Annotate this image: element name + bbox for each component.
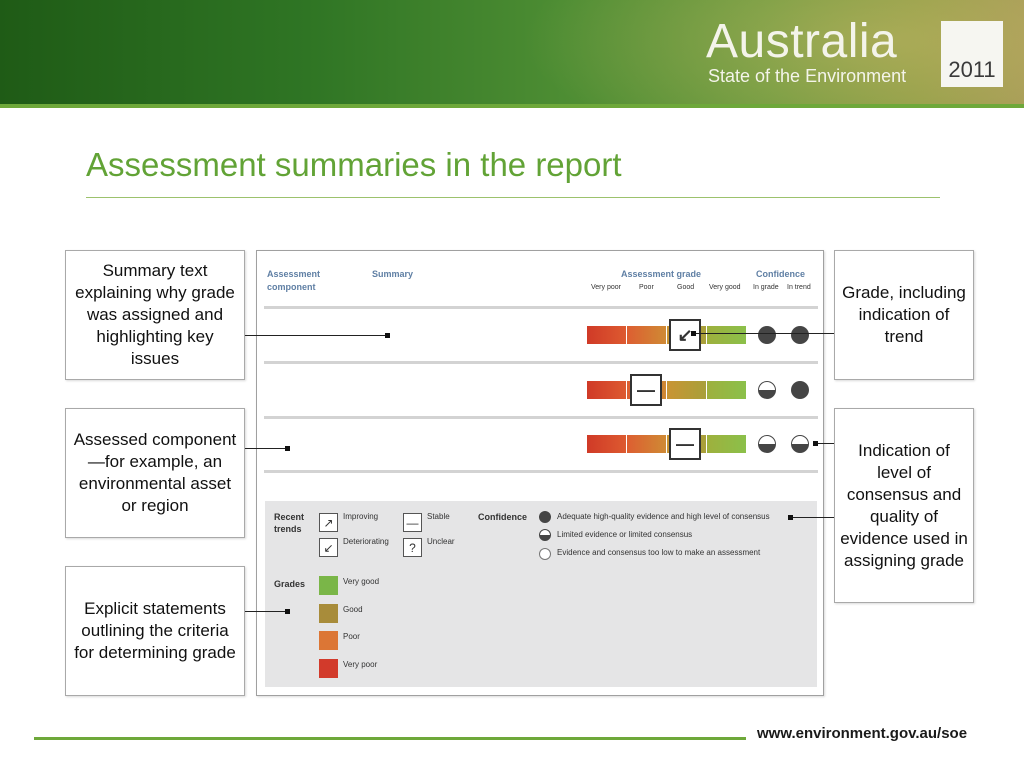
confidence-empty-icon [539,548,551,560]
connector-dot [385,333,390,338]
callout-explicit-statements: Explicit statements outlining the criter… [65,566,245,696]
confidence-in-grade: In grade [753,284,779,291]
improving-icon: ↗ [319,513,338,532]
row-divider [264,470,818,473]
connector-dot [285,446,290,451]
legend-grade-good: Good [343,605,363,614]
row-divider [264,416,818,419]
grade-very-poor-swatch [319,659,338,678]
grade-bar [587,381,747,399]
legend-panel: Recent trends ↗ Improving — Stable ↙ Det… [265,501,817,687]
legend-confidence-label: Confidence [478,512,528,522]
footer-divider [34,737,746,740]
legend-grade-very-good: Very good [343,577,380,586]
confidence-half-icon [539,529,551,541]
stable-icon: — [403,513,422,532]
connector-dot [788,515,793,520]
grade-level-very-poor: Very poor [591,284,621,291]
column-header-component: Assessment component [267,269,321,292]
callout-summary-text: Summary text explaining why grade was as… [65,250,245,380]
connector-line [790,517,834,518]
callout-consensus: Indication of level of consensus and qua… [834,408,974,603]
confidence-full-icon [539,511,551,523]
row-divider [264,306,818,309]
legend-recent-trends-label: Recent trends [274,512,305,534]
legend-confidence-low: Evidence and consensus too low to make a… [557,548,761,557]
confidence-full-icon [791,326,809,344]
legend-confidence-adequate: Adequate high-quality evidence and high … [557,512,770,521]
unclear-icon: ? [403,538,422,557]
connector-line [245,448,287,449]
legend-unclear-label: Unclear [427,537,455,546]
legend-grade-very-poor: Very poor [343,660,378,669]
callout-grade-trend: Grade, including indication of trend [834,250,974,380]
confidence-in-trend: In trend [787,284,811,291]
trend-deteriorating-icon: ↙ [669,319,701,351]
slide-title: Assessment summaries in the report [86,146,622,183]
deteriorating-icon: ↙ [319,538,338,557]
confidence-half-icon [791,435,809,453]
legend-grade-poor: Poor [343,632,360,641]
grade-good-swatch [319,604,338,623]
legend-confidence-limited: Limited evidence or limited consensus [557,530,693,539]
connector-dot [813,441,818,446]
title-divider [86,197,940,198]
column-header-confidence: Confidence [756,269,806,279]
connector-line [245,611,287,612]
legend-deteriorating-label: Deteriorating [343,537,389,546]
legend-improving-label: Improving [343,512,379,521]
brand-year-badge: 2011 [941,21,1003,87]
grade-very-good-swatch [319,576,338,595]
confidence-half-icon [758,435,776,453]
connector-line [694,333,834,334]
footer-url-link[interactable]: www.environment.gov.au/soe [757,725,967,742]
trend-stable-icon: — [669,428,701,460]
row-divider [264,361,818,364]
header-banner: Australia State of the Environment 2011 [0,0,1024,108]
connector-line [245,335,387,336]
assessment-summary-panel: Assessment component Summary Assessment … [256,250,824,696]
legend-grades-label: Grades [274,579,306,589]
callout-assessed-component: Assessed component—for example, an envir… [65,408,245,538]
connector-dot [691,331,696,336]
grade-bar [587,435,747,453]
grade-level-very-good: Very good [709,284,741,291]
grade-bar [587,326,747,344]
grade-poor-swatch [319,631,338,650]
column-header-grade: Assessment grade [621,269,702,279]
connector-line [816,443,834,444]
grade-level-good: Good [677,284,695,291]
brand-name: Australia [706,15,898,68]
confidence-full-icon [791,381,809,399]
confidence-full-icon [758,326,776,344]
grade-level-poor: Poor [639,284,654,291]
column-header-summary: Summary [372,269,414,279]
connector-dot [285,609,290,614]
confidence-half-icon [758,381,776,399]
brand-subtitle: State of the Environment [708,66,907,86]
legend-stable-label: Stable [427,512,450,521]
trend-stable-icon: — [630,374,662,406]
